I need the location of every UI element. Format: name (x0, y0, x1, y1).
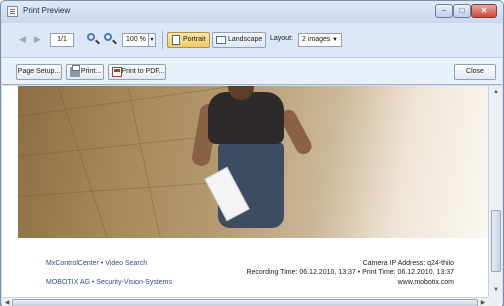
scroll-left-icon[interactable]: ◀ (2, 298, 12, 306)
landscape-label: Landscape (228, 36, 263, 43)
zoom-out-icon[interactable] (103, 32, 117, 46)
footer-camera-ip: Camera IP Address: q24-thilo (362, 260, 454, 267)
scroll-right-icon[interactable]: ▶ (478, 298, 488, 306)
chevron-down-icon: ▼ (332, 37, 338, 43)
portrait-button[interactable]: Portrait (167, 32, 210, 48)
print-label: Print... (80, 68, 102, 75)
navigation-toolbar: ◀ ▶ 1/1 100 % ▾ Portrait Landscape Layou… (2, 23, 502, 57)
camera-image (18, 86, 489, 238)
horizontal-scrollbar[interactable]: ◀ ▶ (2, 297, 488, 306)
preview-page: MxControlCenter • Video Search MOBOTIX A… (2, 86, 502, 297)
print-button[interactable]: Print... (66, 64, 104, 80)
print-to-pdf-button[interactable]: Print to PDF... (108, 64, 166, 80)
close-icon: ✕ (480, 6, 488, 15)
zoom-in-icon[interactable] (86, 32, 100, 46)
title-bar: Print Preview – □ ✕ (1, 1, 503, 23)
scroll-up-icon[interactable]: ▲ (491, 87, 501, 97)
zoom-dropdown-button[interactable]: ▾ (148, 33, 156, 47)
landscape-icon (216, 36, 226, 44)
window-title: Print Preview (23, 6, 71, 15)
footer-website: www.mobotix.com (397, 279, 454, 286)
close-window-button[interactable]: ✕ (471, 4, 497, 18)
maximize-button[interactable]: □ (453, 4, 471, 18)
app-icon (7, 6, 18, 17)
horizontal-scroll-thumb[interactable] (12, 299, 478, 306)
resize-grip[interactable] (488, 297, 502, 306)
footer-times: Recording Time: 06.12.2010, 13:37 • Prin… (246, 269, 454, 276)
footer-company: MOBOTIX AG • Security-Vision-Systems (46, 279, 173, 286)
pdf-icon (112, 67, 122, 77)
action-toolbar: Page Setup... Print... Print to PDF... C… (2, 57, 502, 85)
toolbar-divider (162, 31, 163, 49)
portrait-label: Portrait (183, 36, 206, 43)
portrait-icon (172, 35, 180, 45)
page-indicator: 1/1 (50, 33, 74, 47)
vertical-scrollbar[interactable]: ▲ ▼ (488, 86, 502, 297)
scroll-down-icon[interactable]: ▼ (491, 285, 501, 295)
print-icon (70, 65, 80, 77)
page-setup-button[interactable]: Page Setup... (16, 64, 62, 80)
layout-value: 2 images (302, 36, 331, 43)
landscape-button[interactable]: Landscape (212, 32, 267, 48)
minimize-icon: – (441, 6, 447, 15)
minimize-button[interactable]: – (435, 4, 453, 18)
print-to-pdf-label: Print to PDF... (121, 68, 165, 75)
close-button[interactable]: Close (454, 64, 496, 80)
forward-arrow-icon[interactable]: ▶ (34, 35, 43, 44)
maximize-icon: □ (459, 6, 465, 15)
footer-app-name: MxControlCenter • Video Search (46, 260, 148, 267)
vertical-scroll-thumb[interactable] (491, 210, 501, 272)
back-arrow-icon[interactable]: ◀ (19, 35, 28, 44)
layout-label: Layout: (270, 35, 293, 42)
print-preview-window: Print Preview – □ ✕ ◀ ▶ 1/1 100 % ▾ Port… (0, 0, 504, 306)
layout-select[interactable]: 2 images ▼ (298, 33, 342, 47)
